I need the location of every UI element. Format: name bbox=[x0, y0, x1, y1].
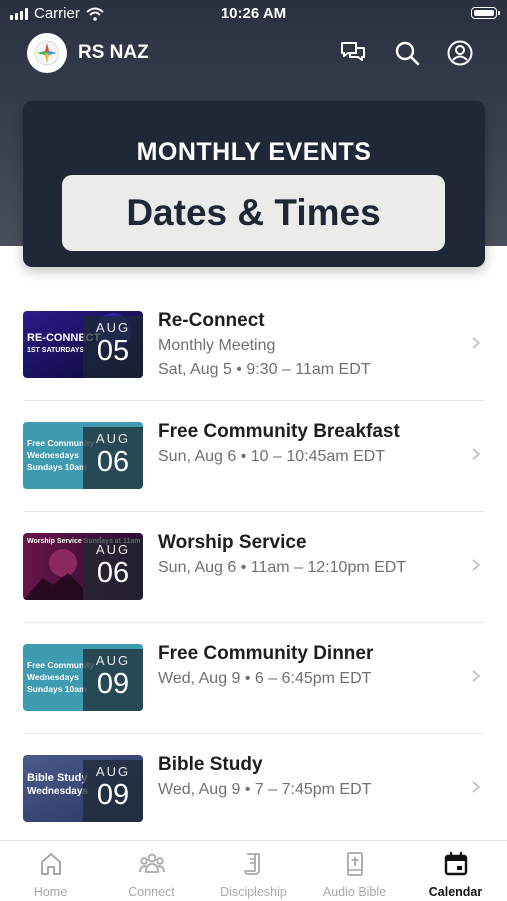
tab-label: Home bbox=[33, 885, 68, 899]
tab-label: Calendar bbox=[428, 885, 483, 899]
app-bar: RS NAZ bbox=[0, 30, 507, 76]
date-badge: AUG 05 bbox=[83, 316, 143, 378]
scroll-icon bbox=[243, 853, 260, 875]
event-row[interactable]: Worship Service Sundays at 11am AUG 06 W… bbox=[0, 512, 507, 623]
tab-audio-bible[interactable]: Audio Bible bbox=[304, 841, 405, 901]
thumbnail-text: Sundays 10am bbox=[27, 684, 87, 694]
date-day: 09 bbox=[96, 779, 130, 811]
event-time: Sat, Aug 5 • 9:30 – 11am EDT bbox=[158, 361, 371, 378]
event-thumbnail: Worship Service Sundays at 11am AUG 06 bbox=[23, 533, 143, 600]
date-day: 06 bbox=[96, 446, 130, 478]
date-month: AUG bbox=[95, 542, 131, 557]
event-thumbnail: RE-CONNECT 1ST SATURDAYS AUG 05 bbox=[23, 311, 143, 378]
monthly-events-banner[interactable]: MONTHLY EVENTS Dates & Times bbox=[23, 101, 485, 267]
date-day: 06 bbox=[96, 557, 130, 589]
date-badge: AUG 09 bbox=[83, 760, 143, 822]
date-month: AUG bbox=[95, 653, 131, 668]
tab-bar: Home Connect Discipleship Audio Bible Ca… bbox=[0, 840, 507, 901]
banner-heading-box: Dates & Times bbox=[62, 175, 445, 251]
event-title: Re-Connect bbox=[158, 310, 265, 331]
event-title: Free Community Dinner bbox=[158, 643, 374, 664]
banner-heading: Dates & Times bbox=[126, 192, 381, 233]
chevron-right-icon bbox=[472, 670, 481, 682]
event-time: Wed, Aug 9 • 6 – 6:45pm EDT bbox=[158, 670, 372, 687]
thumbnail-text: Wednesdays bbox=[27, 786, 88, 797]
event-title: Bible Study bbox=[158, 754, 263, 775]
church-logo[interactable] bbox=[27, 33, 67, 73]
thumbnail-text: 1ST SATURDAYS bbox=[27, 347, 85, 354]
event-row[interactable]: Free Community Wednesdays Sundays 10am A… bbox=[0, 623, 507, 734]
bible-icon bbox=[346, 852, 363, 876]
event-title: Free Community Breakfast bbox=[158, 421, 400, 442]
chat-icon[interactable] bbox=[339, 39, 367, 67]
event-time: Sun, Aug 6 • 10 – 10:45am EDT bbox=[158, 448, 386, 465]
thumbnail-text: Wednesdays bbox=[27, 450, 79, 460]
date-month: AUG bbox=[95, 764, 131, 779]
calendar-icon bbox=[444, 851, 467, 876]
tab-calendar[interactable]: Calendar bbox=[405, 841, 506, 901]
date-badge: AUG 06 bbox=[83, 538, 143, 600]
profile-icon[interactable] bbox=[446, 39, 474, 67]
tab-home[interactable]: Home bbox=[0, 841, 101, 901]
status-bar: Carrier 10:26 AM bbox=[0, 0, 507, 28]
app-title: RS NAZ bbox=[78, 42, 149, 63]
date-month: AUG bbox=[95, 320, 131, 335]
event-thumbnail: Bible Study Wednesdays AUG 09 bbox=[23, 755, 143, 822]
date-day: 09 bbox=[96, 668, 130, 700]
event-subtitle: Monthly Meeting bbox=[158, 337, 276, 354]
battery-icon bbox=[471, 7, 500, 19]
tab-label: Connect bbox=[128, 885, 175, 899]
people-icon bbox=[138, 853, 165, 873]
chevron-right-icon bbox=[472, 559, 481, 571]
chevron-right-icon bbox=[472, 781, 481, 793]
chevron-right-icon bbox=[472, 337, 481, 349]
event-thumbnail: Free Community Wednesdays Sundays 10am A… bbox=[23, 644, 143, 711]
thumbnail-text: Wednesdays bbox=[27, 672, 79, 682]
date-day: 05 bbox=[96, 335, 130, 367]
event-thumbnail: Free Community Wednesdays Sundays 10am A… bbox=[23, 422, 143, 489]
tab-label: Audio Bible bbox=[322, 885, 387, 899]
search-icon[interactable] bbox=[393, 39, 421, 67]
status-time: 10:26 AM bbox=[220, 5, 287, 22]
event-row[interactable]: RE-CONNECT 1ST SATURDAYS AUG 05 Re-Conne… bbox=[0, 290, 507, 401]
chevron-right-icon bbox=[472, 448, 481, 460]
banner-kicker: MONTHLY EVENTS bbox=[136, 138, 372, 166]
event-row[interactable]: Free Community Wednesdays Sundays 10am A… bbox=[0, 401, 507, 512]
tab-connect[interactable]: Connect bbox=[101, 841, 202, 901]
tab-discipleship[interactable]: Discipleship bbox=[203, 841, 304, 901]
event-row[interactable]: Bible Study Wednesdays AUG 09 Bible Stud… bbox=[0, 734, 507, 845]
event-time: Sun, Aug 6 • 11am – 12:10pm EDT bbox=[158, 559, 407, 576]
event-title: Worship Service bbox=[158, 532, 307, 553]
tab-label: Discipleship bbox=[220, 885, 287, 899]
event-list: RE-CONNECT 1ST SATURDAYS AUG 05 Re-Conne… bbox=[0, 290, 507, 845]
date-badge: AUG 06 bbox=[83, 427, 143, 489]
date-badge: AUG 09 bbox=[83, 649, 143, 711]
logo-icon bbox=[34, 40, 60, 66]
date-month: AUG bbox=[95, 431, 131, 446]
event-time: Wed, Aug 9 • 7 – 7:45pm EDT bbox=[158, 781, 372, 798]
thumbnail-text: Sundays 10am bbox=[27, 462, 87, 472]
thumbnail-text: Bible Study bbox=[27, 772, 88, 784]
home-icon bbox=[40, 853, 61, 875]
